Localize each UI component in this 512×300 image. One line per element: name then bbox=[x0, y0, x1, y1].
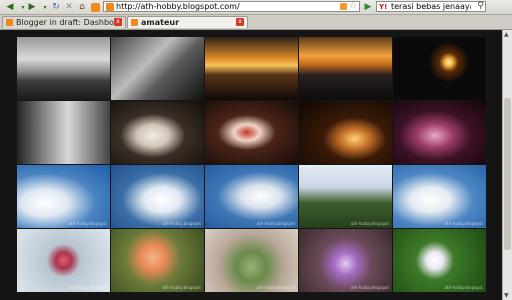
search-box[interactable]: Y! terasi bebas jenaayah ⚲ bbox=[376, 1, 486, 12]
watermark-text: ath-hobby.blogspot bbox=[444, 285, 483, 290]
vertical-scrollbar[interactable]: ▲ ▼ bbox=[502, 30, 512, 300]
stop-icon[interactable]: ✕ bbox=[63, 1, 75, 13]
photo-thumbnail[interactable]: ath-hobby.blogspot bbox=[393, 165, 486, 228]
photo-thumbnail[interactable]: ath-hobby.blogspot bbox=[393, 229, 486, 292]
watermark-text: ath-hobby.blogspot bbox=[162, 285, 201, 290]
search-engine-icon[interactable]: Y! bbox=[379, 3, 387, 11]
photo-thumbnail[interactable] bbox=[17, 101, 110, 164]
photo-thumbnail[interactable] bbox=[205, 37, 298, 100]
browser-toolbar: ◀ ▾ ▶ ▾ ↻ ✕ ⌂ http://ath-hobby.blogspot.… bbox=[0, 0, 512, 15]
watermark-text: ath-hobby.blogspot bbox=[350, 221, 389, 226]
address-bar[interactable]: http://ath-hobby.blogspot.com/ ☆ bbox=[103, 1, 360, 12]
photo-thumbnail[interactable]: ath-hobby.blogspot bbox=[111, 229, 204, 292]
photo-thumbnail[interactable] bbox=[205, 101, 298, 164]
watermark-text: ath-hobby.blogspot bbox=[68, 221, 107, 226]
watermark-text: ath-hobby.blogspot bbox=[162, 221, 201, 226]
blogger-bookmark-icon[interactable] bbox=[89, 1, 101, 13]
tab-close-icon[interactable]: x bbox=[236, 18, 244, 26]
photo-thumbnail[interactable] bbox=[393, 37, 486, 100]
search-input[interactable]: terasi bebas jenaayah bbox=[391, 2, 471, 12]
blogger-tab-favicon-icon bbox=[6, 19, 13, 26]
scroll-down-icon[interactable]: ▼ bbox=[504, 292, 509, 299]
search-magnifier-icon[interactable]: ⚲ bbox=[477, 1, 484, 11]
address-text[interactable]: http://ath-hobby.blogspot.com/ bbox=[116, 2, 240, 12]
site-favicon-icon bbox=[106, 3, 114, 11]
photo-thumbnail[interactable] bbox=[299, 37, 392, 100]
tab-blogger-draft[interactable]: Blogger in draft: Dashbo... x bbox=[2, 16, 126, 28]
photo-thumbnail[interactable]: ath-hobby.blogspot bbox=[17, 165, 110, 228]
rss-feed-icon[interactable] bbox=[340, 3, 347, 10]
tab-label: Blogger in draft: Dashbo... bbox=[16, 18, 122, 27]
tab-close-icon[interactable]: x bbox=[114, 18, 122, 26]
photo-thumbnail[interactable] bbox=[393, 101, 486, 164]
tab-amateur[interactable]: amateur x bbox=[127, 16, 248, 28]
watermark-text: ath-hobby.blogspot bbox=[350, 285, 389, 290]
scrollbar-thumb[interactable] bbox=[504, 98, 511, 250]
back-icon[interactable]: ◀ bbox=[4, 1, 16, 13]
watermark-text: ath-hobby.blogspot bbox=[256, 285, 295, 290]
watermark-text: ath-hobby.blogspot bbox=[444, 221, 483, 226]
go-button-icon[interactable]: ▶ bbox=[362, 1, 374, 13]
forward-icon[interactable]: ▶ bbox=[26, 1, 38, 13]
bookmark-star-icon[interactable]: ☆ bbox=[349, 1, 357, 11]
scroll-up-icon[interactable]: ▲ bbox=[504, 31, 509, 38]
photo-thumbnail[interactable]: ath-hobby.blogspot bbox=[17, 229, 110, 292]
reload-icon[interactable]: ↻ bbox=[50, 1, 62, 13]
photo-thumbnail[interactable] bbox=[17, 37, 110, 100]
watermark-text: ath-hobby.blogspot bbox=[68, 285, 107, 290]
photo-thumbnail[interactable]: ath-hobby.blogspot bbox=[205, 165, 298, 228]
photo-thumbnail[interactable] bbox=[111, 37, 204, 100]
tab-bar: Blogger in draft: Dashbo... x amateur x bbox=[0, 15, 512, 30]
blogger-tab-favicon-icon bbox=[131, 19, 138, 26]
photo-thumbnail[interactable]: ath-hobby.blogspot bbox=[299, 229, 392, 292]
photo-thumbnail[interactable] bbox=[299, 101, 392, 164]
photo-thumbnail[interactable]: ath-hobby.blogspot bbox=[299, 165, 392, 228]
photo-gallery: ath-hobby.blogspot ath-hobby.blogspot at… bbox=[0, 30, 512, 300]
photo-thumbnail[interactable] bbox=[111, 101, 204, 164]
home-icon[interactable]: ⌂ bbox=[76, 1, 88, 13]
photo-thumbnail[interactable]: ath-hobby.blogspot bbox=[111, 165, 204, 228]
watermark-text: ath-hobby.blogspot bbox=[256, 221, 295, 226]
tab-label: amateur bbox=[141, 18, 180, 27]
photo-thumbnail[interactable]: ath-hobby.blogspot bbox=[205, 229, 298, 292]
